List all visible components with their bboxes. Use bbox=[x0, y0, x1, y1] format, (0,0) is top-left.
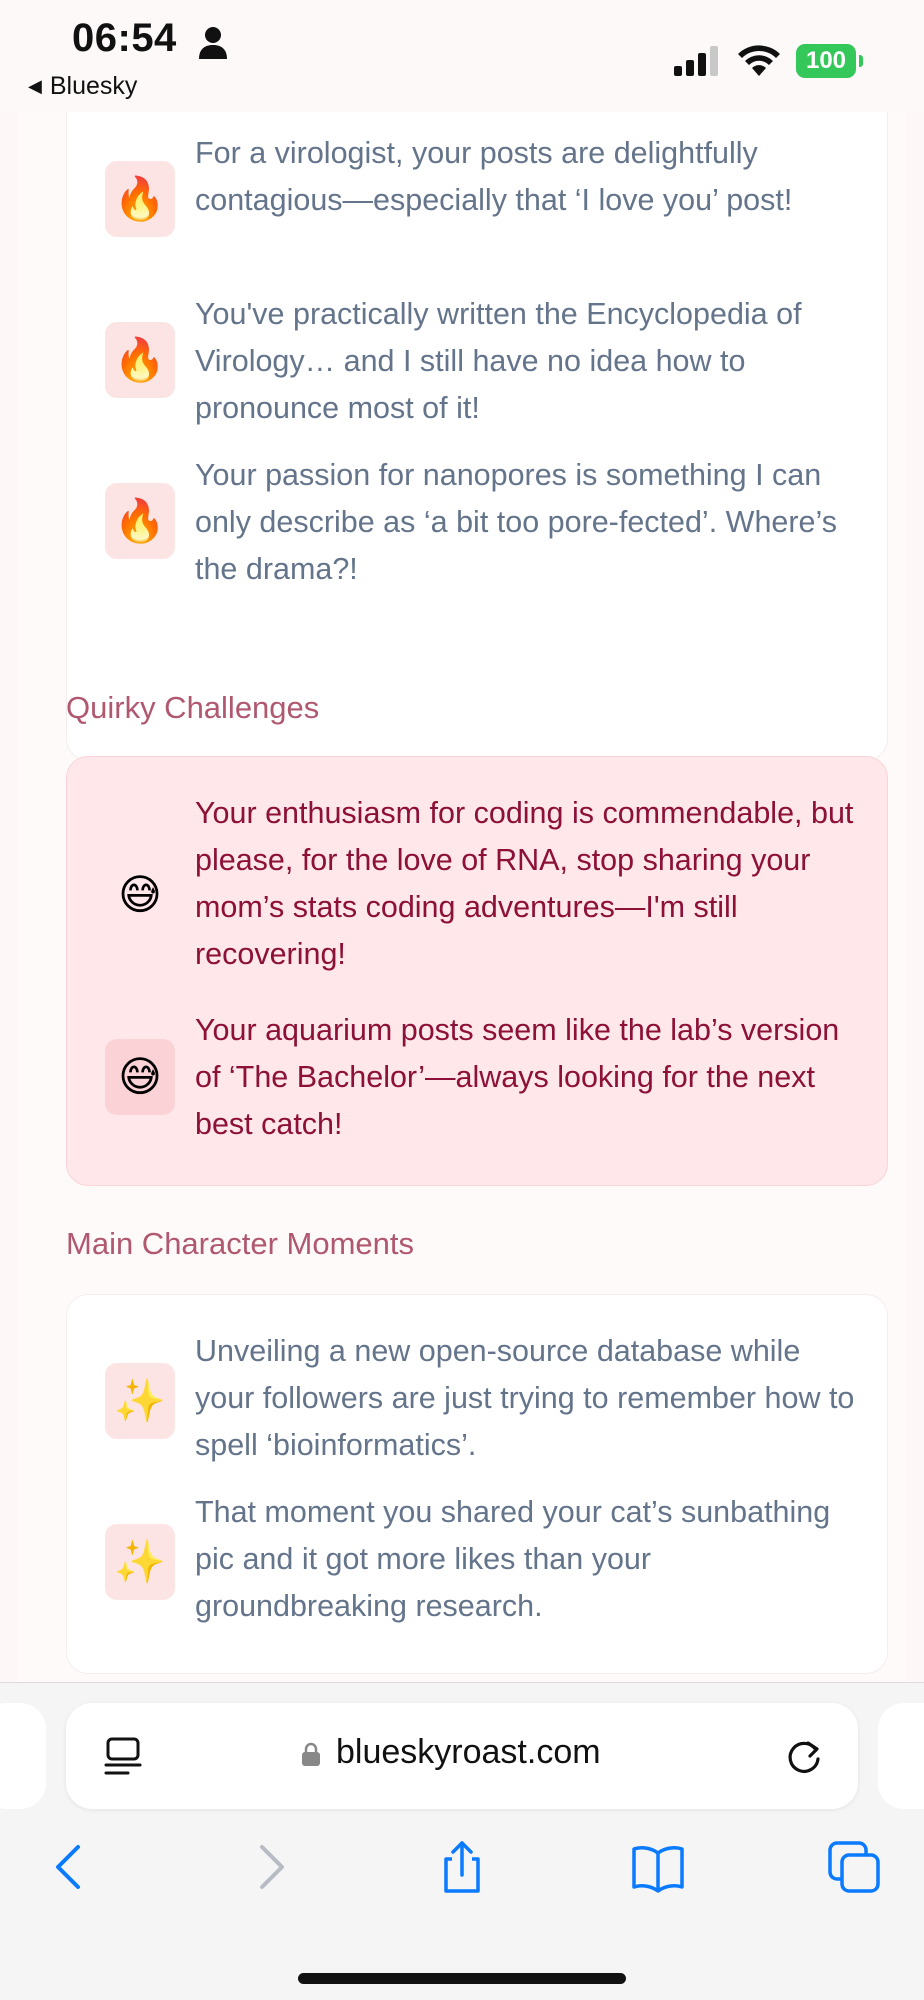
sweat-smile-emoji-icon: 😅 bbox=[105, 1039, 175, 1115]
previous-tab-preview[interactable] bbox=[0, 1703, 46, 1809]
battery-nub bbox=[859, 55, 863, 67]
sparkles-emoji-icon: ✨ bbox=[105, 1363, 175, 1439]
home-indicator bbox=[298, 1973, 626, 1984]
page-menu-icon[interactable] bbox=[104, 1737, 142, 1777]
challenge-text: Your enthusiasm for coding is commendabl… bbox=[195, 796, 854, 971]
moment-text: That moment you shared your cat’s sunbat… bbox=[195, 1495, 831, 1623]
status-bar: 06:54 ◀ Bluesky 100 bbox=[0, 0, 924, 112]
browser-toolbar: blueskyroast.com bbox=[0, 1682, 924, 2000]
roast-text: For a virologist, your posts are delight… bbox=[195, 136, 793, 217]
tabs-icon[interactable] bbox=[826, 1839, 882, 1895]
cellular-signal-icon bbox=[674, 46, 718, 76]
sparkles-emoji-icon: ✨ bbox=[105, 1524, 175, 1600]
web-page[interactable]: 🔥 For a virologist, your posts are delig… bbox=[0, 112, 924, 1682]
quirky-challenges-card: 😅 Your enthusiasm for coding is commenda… bbox=[66, 756, 888, 1186]
back-to-app-link[interactable]: ◀ Bluesky bbox=[28, 72, 137, 101]
fire-emoji-icon: 🔥 bbox=[105, 483, 175, 559]
roast-text: You've practically written the Encyclope… bbox=[195, 297, 802, 425]
challenge-text: Your aquarium posts seem like the lab’s … bbox=[195, 1013, 840, 1141]
forward-arrow-icon[interactable] bbox=[242, 1839, 298, 1895]
wifi-icon bbox=[738, 45, 780, 76]
fire-emoji-icon: 🔥 bbox=[105, 322, 175, 398]
reload-icon[interactable] bbox=[784, 1737, 824, 1777]
back-triangle-icon: ◀ bbox=[28, 76, 42, 96]
roast-card: 🔥 For a virologist, your posts are delig… bbox=[66, 112, 888, 761]
back-arrow-icon[interactable] bbox=[42, 1839, 98, 1895]
sweat-smile-emoji-icon: 😅 bbox=[118, 870, 162, 919]
share-icon[interactable] bbox=[434, 1839, 490, 1895]
roast-content: 🔥 For a virologist, your posts are delig… bbox=[18, 112, 906, 1682]
url-text[interactable]: blueskyroast.com bbox=[336, 1733, 601, 1772]
back-app-label: Bluesky bbox=[49, 72, 138, 100]
battery-indicator: 100 bbox=[796, 44, 856, 78]
main-character-card: ✨ Unveiling a new open-source database w… bbox=[66, 1294, 888, 1674]
address-bar[interactable]: blueskyroast.com bbox=[66, 1703, 858, 1809]
moment-text: Unveiling a new open-source database whi… bbox=[195, 1334, 855, 1462]
lock-icon bbox=[302, 1742, 320, 1766]
fire-emoji-icon: 🔥 bbox=[105, 161, 175, 237]
person-icon bbox=[199, 27, 227, 59]
section-title-main-character-moments: Main Character Moments bbox=[66, 1226, 415, 1261]
section-title-quirky-challenges: Quirky Challenges bbox=[66, 690, 320, 725]
bookmarks-icon[interactable] bbox=[630, 1839, 686, 1895]
roast-text: Your passion for nanopores is something … bbox=[195, 458, 837, 586]
status-time: 06:54 bbox=[72, 16, 177, 60]
next-tab-preview[interactable] bbox=[878, 1703, 924, 1809]
